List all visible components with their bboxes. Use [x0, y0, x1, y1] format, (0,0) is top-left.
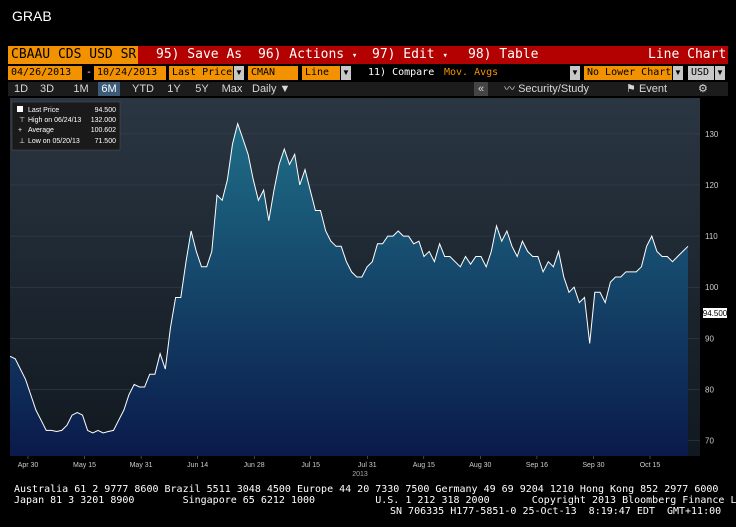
- currency-select[interactable]: USD: [688, 66, 714, 80]
- x-tick-label: Aug 15: [413, 462, 435, 469]
- gear-icon[interactable]: ⚙: [698, 82, 708, 96]
- chevron-down-icon[interactable]: ▼: [570, 66, 580, 80]
- view-title: Line Chart: [648, 47, 727, 62]
- x-tick-label: Apr 30: [18, 462, 39, 469]
- year-label: 2013: [352, 471, 368, 478]
- price-field-select[interactable]: Last Price: [169, 66, 233, 80]
- legend-last-price-value: 94.500: [95, 107, 117, 114]
- lower-chart-select[interactable]: No Lower Chart: [584, 66, 672, 80]
- chevron-down-icon[interactable]: ▼: [673, 66, 683, 80]
- chart-style-select[interactable]: Line: [302, 66, 340, 80]
- chart-legend: Last Price 94.500 ⊤ High on 06/24/13 132…: [11, 101, 121, 151]
- chevron-down-icon: ▼: [279, 83, 291, 95]
- x-tick-label: Sep 16: [526, 462, 548, 469]
- legend-low-label: Low on 05/20/13: [28, 138, 80, 145]
- period-5y[interactable]: 5Y: [192, 82, 212, 96]
- edit-menu-button[interactable]: 97) Edit ▾: [372, 47, 448, 64]
- x-tick-label: Jul 31: [358, 462, 377, 469]
- x-tick-label: Jun 14: [187, 462, 208, 469]
- frequency-select[interactable]: Daily ▼: [252, 82, 290, 96]
- price-chart: 70 80 90 100 110 120 130 Apr 30 May 15 May 31 Jun…: [8, 98, 728, 482]
- y-tick-label: 110: [705, 232, 718, 241]
- collapse-button[interactable]: «: [474, 82, 488, 96]
- legend-average-label: Average: [28, 127, 54, 134]
- event-label: Event: [638, 83, 668, 95]
- period-max[interactable]: Max: [219, 82, 245, 96]
- chevron-down-icon[interactable]: ▼: [234, 66, 244, 80]
- x-tick-label: May 31: [130, 462, 153, 469]
- x-tick-label: Jun 28: [244, 462, 265, 469]
- period-3d[interactable]: 3D: [36, 82, 58, 96]
- chevron-down-icon[interactable]: ▼: [341, 66, 351, 80]
- y-tick-label: 130: [705, 130, 719, 139]
- end-date-field[interactable]: 10/24/2013: [94, 66, 166, 80]
- y-tick-label: 90: [705, 334, 714, 343]
- y-tick-label: 80: [705, 386, 714, 395]
- security-study-label: Security/Study: [518, 83, 589, 95]
- x-tick-label: Aug 30: [469, 462, 491, 469]
- last-price-swatch: [17, 106, 23, 112]
- period-1m[interactable]: 1M: [70, 82, 92, 96]
- pricing-source-field[interactable]: CMAN: [248, 66, 298, 80]
- table-button[interactable]: 98) Table: [468, 47, 538, 63]
- period-1d[interactable]: 1D: [10, 82, 32, 96]
- legend-high-value: 132.000: [91, 117, 116, 124]
- start-date-field[interactable]: 04/26/2013: [8, 66, 82, 80]
- x-tick-label: May 15: [73, 462, 96, 469]
- date-range-separator: -: [86, 67, 93, 78]
- chevron-down-icon: ▾: [442, 51, 448, 61]
- y-tick-label: 70: [705, 437, 714, 446]
- save-as-button[interactable]: 95) Save As: [156, 47, 242, 63]
- low-icon: ⊥: [19, 138, 25, 145]
- legend-last-price-label: Last Price: [28, 107, 59, 114]
- security-ticker-field[interactable]: CBAAU CDS USD SR: [8, 46, 138, 64]
- frequency-label: Daily: [252, 83, 277, 95]
- period-ytd[interactable]: YTD: [130, 82, 156, 96]
- x-tick-label: Jul 15: [301, 462, 320, 469]
- footer-contacts-line-2: Japan 81 3 3201 8900 Singapore 65 6212 1…: [14, 495, 736, 506]
- last-value-tag: 94.500: [703, 308, 728, 318]
- security-study-button[interactable]: 〰 Security/Study: [504, 82, 589, 96]
- period-1y[interactable]: 1Y: [164, 82, 184, 96]
- x-tick-label: Oct 15: [640, 462, 661, 469]
- high-icon: ⊤: [19, 117, 25, 124]
- x-tick-label: Sep 30: [582, 462, 604, 469]
- edit-label: 97) Edit: [372, 47, 435, 62]
- y-tick-label: 120: [705, 181, 719, 190]
- legend-high-label: High on 06/24/13: [28, 117, 81, 124]
- last-value-label: 94.500: [703, 309, 728, 318]
- compare-button[interactable]: 11) Compare: [368, 66, 434, 80]
- window-title: GRAB: [12, 8, 52, 24]
- event-button[interactable]: ⚑ Event: [626, 82, 667, 96]
- period-6m[interactable]: 6M: [98, 82, 120, 96]
- legend-average-value: 100.602: [91, 127, 116, 134]
- average-icon: +: [18, 127, 22, 134]
- footer-contacts-line-1: Australia 61 2 9777 8600 Brazil 5511 304…: [14, 484, 719, 495]
- line-chart-icon: 〰: [504, 83, 515, 95]
- legend-low-value: 71.500: [95, 138, 117, 145]
- chevron-down-icon[interactable]: ▼: [715, 66, 725, 80]
- flag-icon: ⚑: [626, 83, 636, 95]
- chevron-down-icon: ▾: [351, 51, 358, 61]
- actions-label: 96) Actions: [258, 47, 345, 62]
- y-tick-label: 100: [705, 283, 719, 292]
- actions-menu-button[interactable]: 96) Actions ▾: [258, 47, 357, 64]
- moving-averages-button[interactable]: Mov. Avgs: [444, 66, 498, 80]
- footer-session-info: SN 706335 H177-5851-0 25-Oct-13 8:19:47 …: [390, 506, 722, 517]
